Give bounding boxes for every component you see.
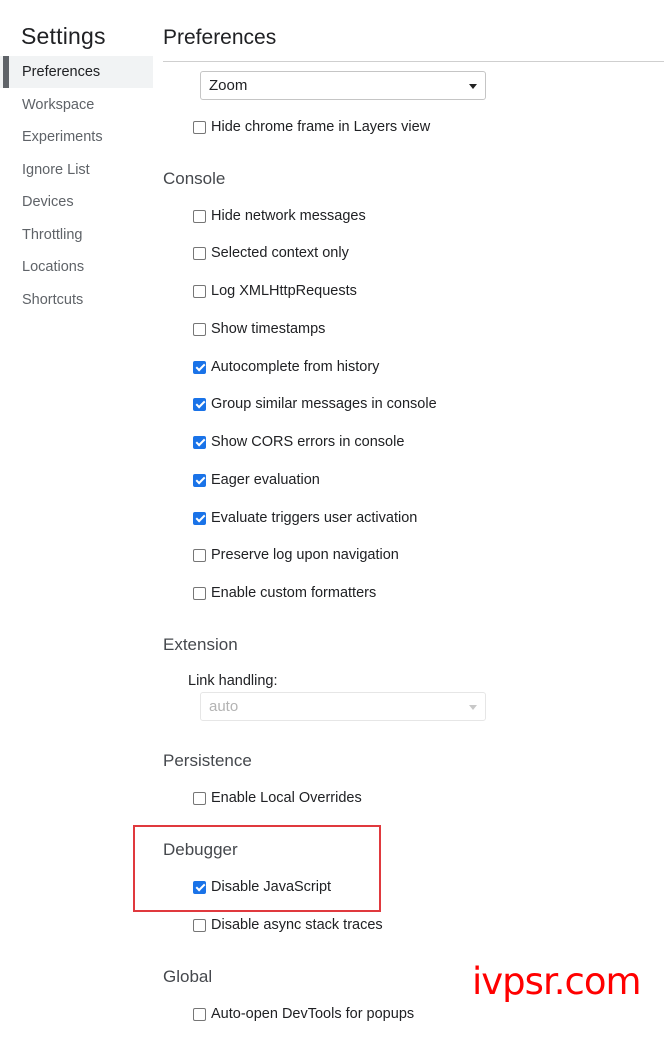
zoom-select-value: Zoom — [209, 77, 248, 94]
checkbox[interactable] — [193, 548, 206, 562]
chevron-down-icon — [469, 705, 477, 710]
option-label: Log XMLHttpRequests — [211, 283, 357, 299]
option-label: Enable custom formatters — [211, 585, 377, 601]
checkbox[interactable] — [193, 586, 206, 600]
checkbox[interactable] — [193, 246, 206, 260]
sidebar-item-shortcuts[interactable]: Shortcuts — [0, 284, 153, 316]
hide-chrome-frame-option[interactable]: Hide chrome frame in Layers view — [193, 118, 430, 136]
sidebar-item-locations[interactable]: Locations — [0, 251, 153, 283]
option-label: Preserve log upon navigation — [211, 547, 399, 563]
option-label: Hide network messages — [211, 208, 366, 224]
console-option[interactable]: Autocomplete from history — [193, 358, 379, 376]
option-label: Eager evaluation — [211, 472, 320, 488]
sidebar-item-experiments[interactable]: Experiments — [0, 121, 153, 153]
checkbox[interactable] — [193, 511, 206, 525]
section-title-global: Global — [163, 967, 213, 986]
settings-sidebar: Settings Preferences Workspace Experimen… — [0, 0, 153, 1037]
option-label: Show CORS errors in console — [211, 434, 405, 450]
sidebar-item-ignore-list[interactable]: Ignore List — [0, 154, 153, 186]
console-option[interactable]: Show timestamps — [193, 320, 325, 338]
option-label: Show timestamps — [211, 321, 326, 337]
sidebar-item-preferences[interactable]: Preferences — [0, 56, 153, 88]
console-option[interactable]: Log XMLHttpRequests — [193, 282, 357, 300]
checkbox[interactable] — [193, 791, 206, 805]
section-title-extension: Extension — [163, 635, 238, 654]
zoom-select[interactable]: Zoom — [200, 71, 486, 100]
section-title-console: Console — [163, 169, 226, 188]
console-option[interactable]: Selected context only — [193, 244, 349, 262]
option-label: Auto-open DevTools for popups — [211, 1006, 415, 1022]
console-option[interactable]: Group similar messages in console — [193, 395, 437, 413]
checkbox[interactable] — [193, 120, 206, 134]
checkbox[interactable] — [193, 397, 206, 411]
option-label: Enable Local Overrides — [211, 790, 362, 806]
checkbox[interactable] — [193, 473, 206, 487]
sidebar-item-throttling[interactable]: Throttling — [0, 219, 153, 251]
checkbox[interactable] — [193, 1007, 206, 1021]
auto-open-devtools-option[interactable]: Auto-open DevTools for popups — [193, 1005, 414, 1023]
option-label: Group similar messages in console — [211, 396, 437, 412]
console-option[interactable]: Eager evaluation — [193, 471, 320, 489]
sidebar-title: Settings — [21, 23, 106, 49]
enable-local-overrides-option[interactable]: Enable Local Overrides — [193, 789, 362, 807]
disable-javascript-option[interactable]: Disable JavaScript — [193, 878, 331, 896]
console-option[interactable]: Hide network messages — [193, 207, 366, 225]
console-option[interactable]: Show CORS errors in console — [193, 433, 404, 451]
section-title-persistence: Persistence — [163, 751, 252, 770]
title-divider — [163, 61, 664, 62]
option-label: Evaluate triggers user activation — [211, 510, 418, 526]
chevron-down-icon — [469, 84, 477, 89]
section-title-debugger: Debugger — [163, 840, 238, 859]
option-label: Selected context only — [211, 245, 349, 261]
link-handling-value: auto — [209, 698, 239, 715]
checkbox[interactable] — [193, 880, 206, 894]
sidebar-item-devices[interactable]: Devices — [0, 186, 153, 218]
checkbox[interactable] — [193, 918, 206, 932]
highlight-box — [133, 825, 381, 912]
checkbox[interactable] — [193, 284, 206, 298]
page-title: Preferences — [163, 26, 277, 49]
checkbox[interactable] — [193, 360, 206, 374]
option-label: Disable async stack traces — [211, 917, 383, 933]
option-label: Autocomplete from history — [211, 359, 380, 375]
watermark-text: ivpsr.com — [472, 960, 642, 1003]
checkbox[interactable] — [193, 209, 206, 223]
console-option[interactable]: Preserve log upon navigation — [193, 546, 399, 564]
console-option[interactable]: Enable custom formatters — [193, 584, 376, 602]
checkbox[interactable] — [193, 322, 206, 336]
option-label: Hide chrome frame in Layers view — [211, 119, 431, 135]
console-option[interactable]: Evaluate triggers user activation — [193, 509, 417, 527]
link-handling-select[interactable]: auto — [200, 692, 486, 721]
disable-async-stack-traces-option[interactable]: Disable async stack traces — [193, 916, 383, 934]
checkbox[interactable] — [193, 435, 206, 449]
link-handling-label: Link handling: — [188, 673, 278, 689]
sidebar-item-workspace[interactable]: Workspace — [0, 89, 153, 121]
option-label: Disable JavaScript — [211, 879, 332, 895]
